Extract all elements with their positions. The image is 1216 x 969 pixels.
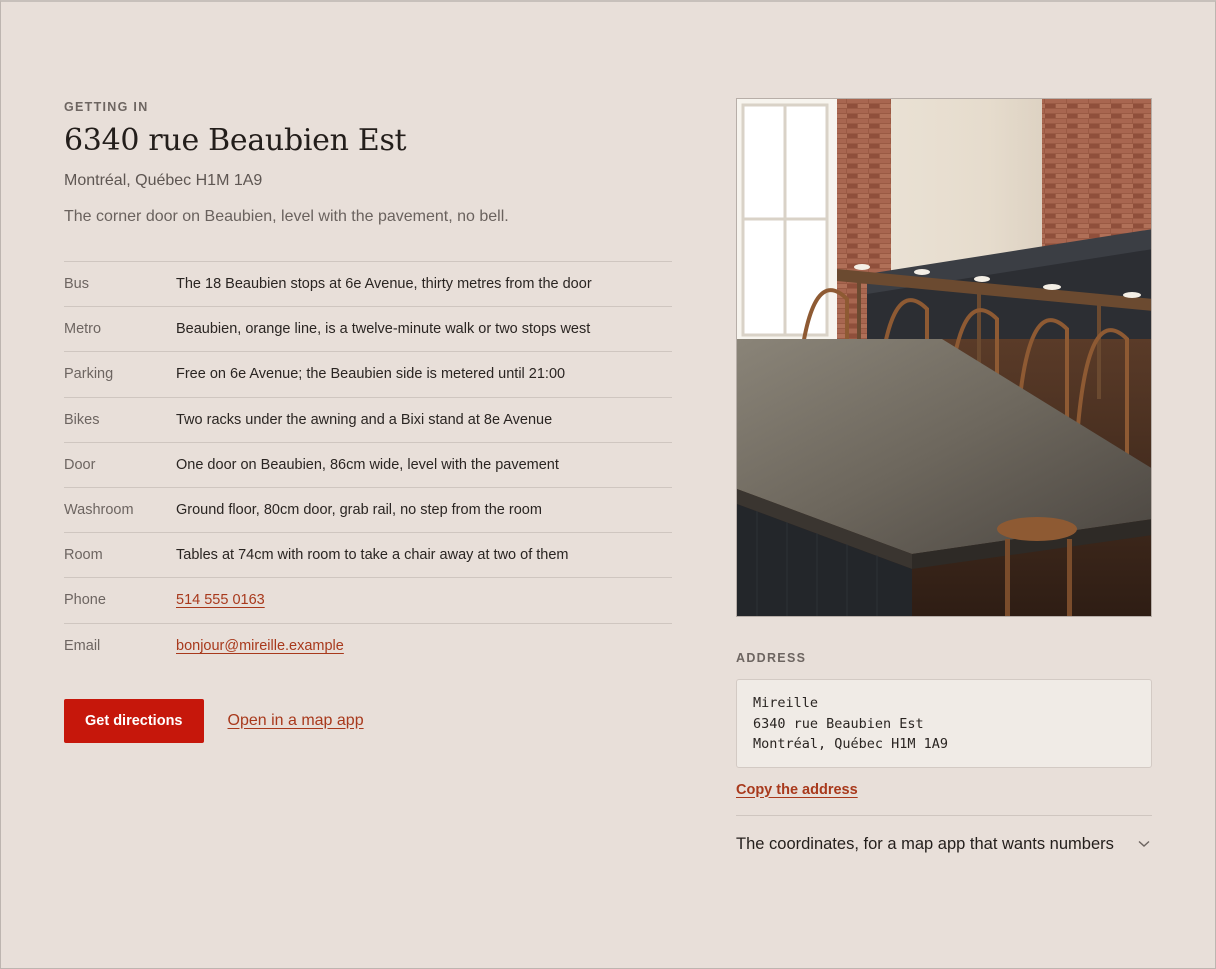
address-line-city: Montréal, Québec H1M 1A9 bbox=[753, 736, 949, 752]
copy-address-link[interactable]: Copy the address bbox=[736, 782, 858, 798]
section-eyebrow: GETTING IN bbox=[64, 100, 149, 114]
info-row-parking: Parking Free on 6e Avenue; the Beaubien … bbox=[64, 352, 672, 398]
page-subtitle: Montréal, Québec H1M 1A9 bbox=[64, 172, 263, 189]
info-value: The 18 Beaubien stops at 6e Avenue, thir… bbox=[176, 276, 592, 293]
entrance-note: The corner door on Beaubien, level with … bbox=[64, 208, 509, 225]
info-row-bus: Bus The 18 Beaubien stops at 6e Avenue, … bbox=[64, 262, 672, 308]
info-label: Parking bbox=[64, 366, 114, 383]
chevron-down-icon bbox=[1138, 837, 1150, 851]
info-label: Room bbox=[64, 547, 103, 564]
access-info-list: Bus The 18 Beaubien stops at 6e Avenue, … bbox=[64, 261, 672, 669]
phone-link[interactable]: 514 555 0163 bbox=[176, 592, 265, 608]
info-label: Bus bbox=[64, 276, 89, 293]
info-label: Metro bbox=[64, 321, 102, 338]
address-label: ADDRESS bbox=[736, 651, 807, 665]
info-value: Free on 6e Avenue; the Beaubien side is … bbox=[176, 366, 566, 383]
address-line-street: 6340 rue Beaubien Est bbox=[753, 715, 924, 732]
info-value: One door on Beaubien, 86cm wide, level w… bbox=[176, 456, 559, 473]
info-value: Ground floor, 80cm door, grab rail, no s… bbox=[176, 502, 542, 519]
actions: Get directions Open in a map app bbox=[64, 698, 672, 743]
info-row-door: Door One door on Beaubien, 86cm wide, le… bbox=[64, 443, 672, 488]
info-label: Door bbox=[64, 456, 96, 473]
info-row-bikes: Bikes Two racks under the awning and a B… bbox=[64, 398, 672, 443]
email-link[interactable]: bonjour@mireille.example bbox=[176, 638, 344, 654]
info-value: Tables at 74cm with room to take a chair… bbox=[176, 547, 569, 564]
info-label: Washroom bbox=[64, 502, 134, 519]
info-row-washroom: Washroom Ground floor, 80cm door, grab r… bbox=[64, 488, 672, 534]
open-map-app-link[interactable]: Open in a map app bbox=[228, 712, 364, 730]
info-row-email: Email bonjour@mireille.example bbox=[64, 624, 672, 669]
coordinates-summary: The coordinates, for a map app that want… bbox=[736, 834, 1114, 853]
photo-illustration bbox=[737, 99, 1151, 616]
address-line-name: Mireille bbox=[753, 695, 819, 711]
info-label: Phone bbox=[64, 592, 106, 609]
coordinates-disclosure[interactable]: The coordinates, for a map app that want… bbox=[736, 814, 1152, 854]
info-value: Beaubien, orange line, is a twelve-minut… bbox=[176, 321, 591, 338]
info-value: Two racks under the awning and a Bixi st… bbox=[176, 411, 553, 428]
info-row-phone: Phone 514 555 0163 bbox=[64, 578, 672, 624]
info-label: Email bbox=[64, 638, 101, 655]
address-block[interactable]: Mireille 6340 rue Beaubien Est Montréal,… bbox=[736, 679, 1152, 768]
get-directions-button[interactable]: Get directions bbox=[64, 698, 204, 743]
page-title: 6340 rue Beaubien Est bbox=[64, 123, 407, 158]
info-row-metro: Metro Beaubien, orange line, is a twelve… bbox=[64, 307, 672, 353]
restaurant-interior-photo bbox=[736, 98, 1152, 617]
address-sidebar: ADDRESS Mireille 6340 rue Beaubien Est M… bbox=[736, 98, 1152, 854]
getting-in-section: GETTING IN 6340 rue Beaubien Est Montréa… bbox=[64, 96, 672, 743]
info-label: Bikes bbox=[64, 411, 100, 428]
info-row-room: Room Tables at 74cm with room to take a … bbox=[64, 533, 672, 579]
